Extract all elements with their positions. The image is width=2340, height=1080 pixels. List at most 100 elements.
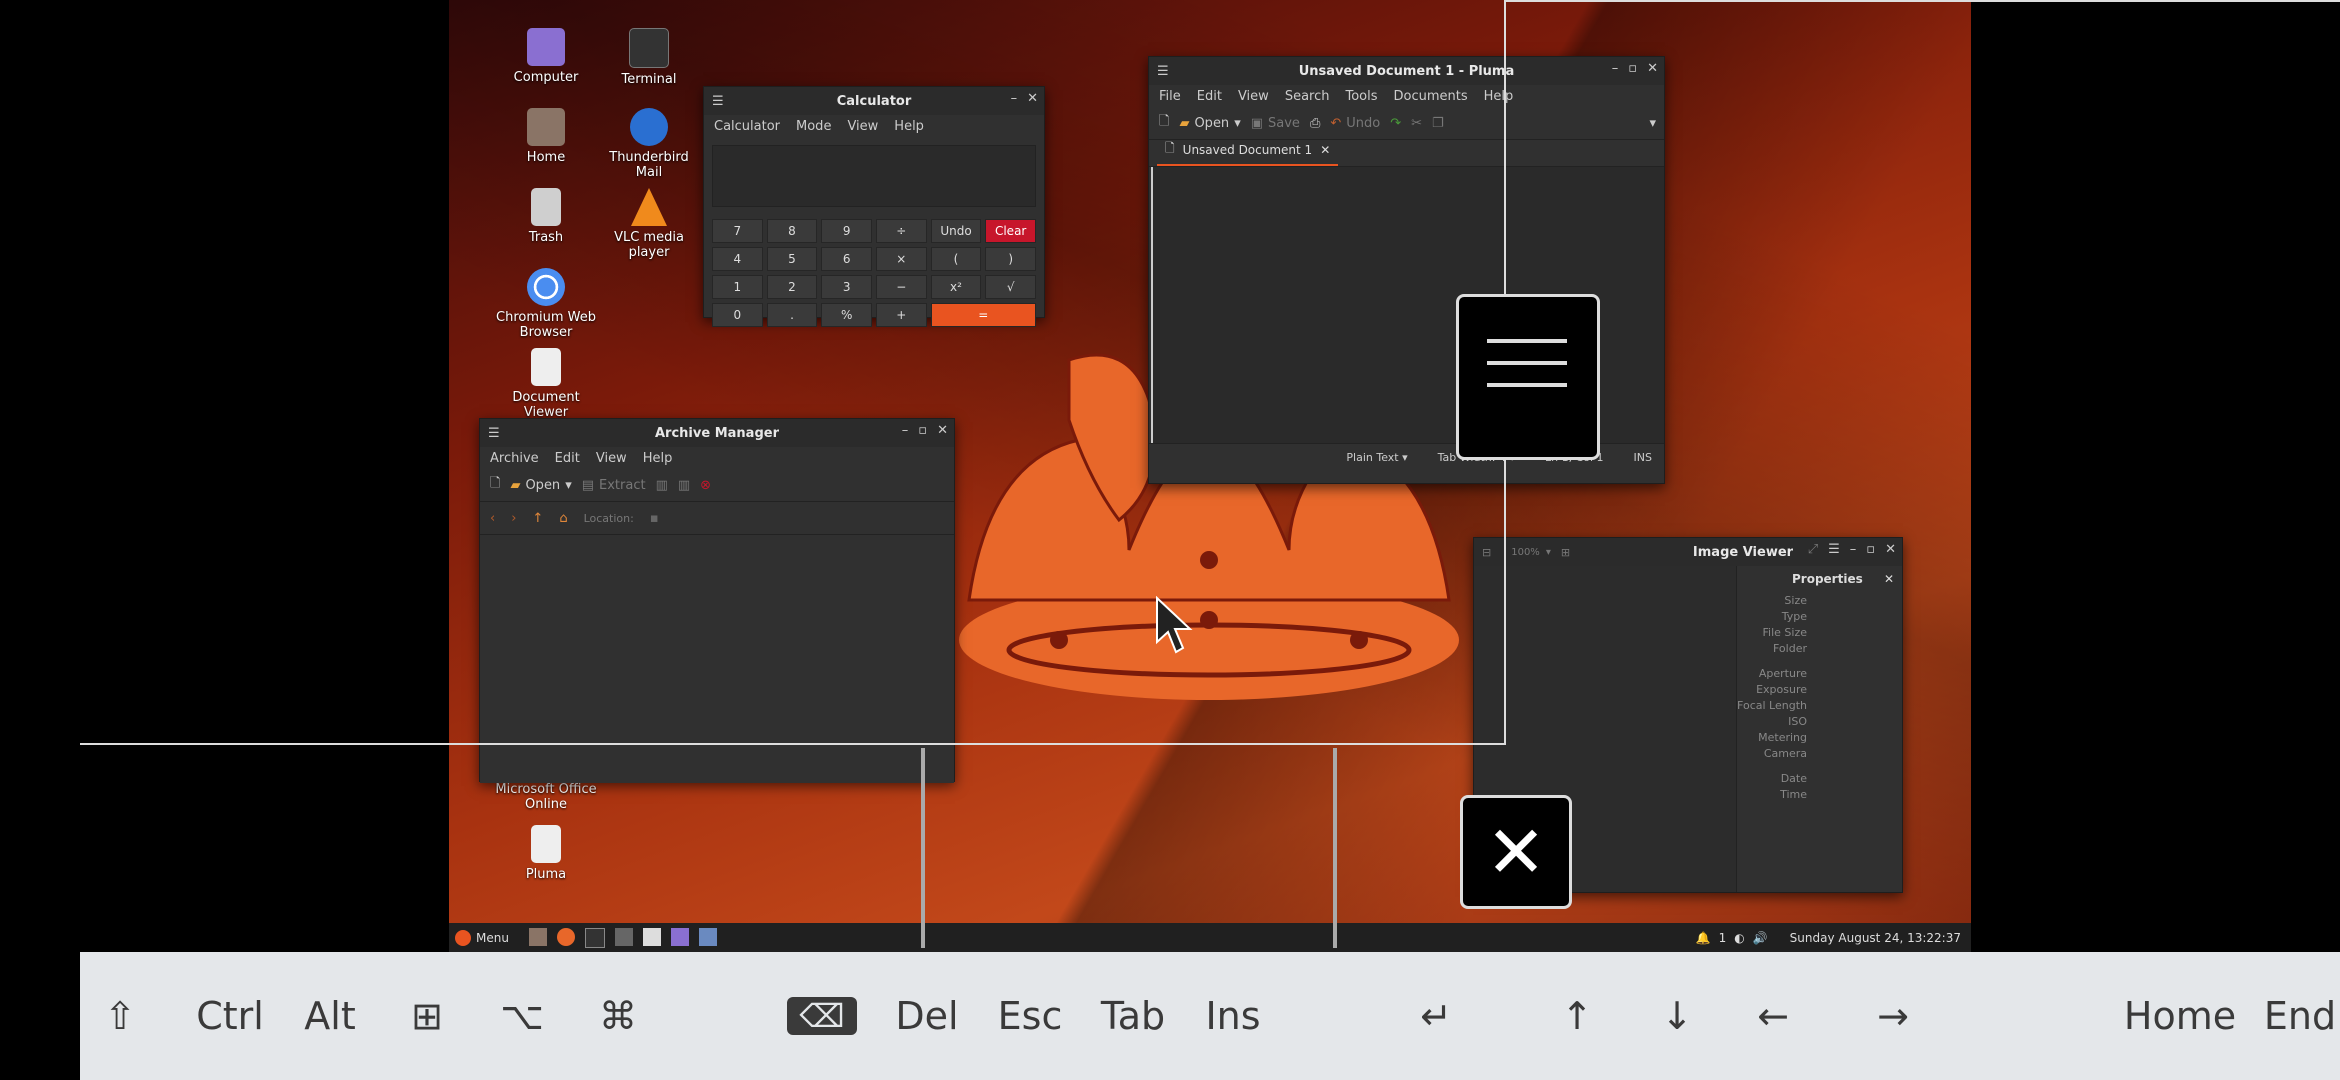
shift-key[interactable]: ⇧ xyxy=(85,952,155,1080)
calc-key-open-paren[interactable]: ( xyxy=(930,247,982,271)
desktop-icon-trash[interactable]: Trash xyxy=(491,188,601,245)
menu-help[interactable]: Help xyxy=(643,451,673,466)
menu-edit[interactable]: Edit xyxy=(1197,89,1222,104)
files-icon[interactable] xyxy=(528,928,547,946)
minimize-icon[interactable]: – xyxy=(1011,91,1018,106)
archive-manager-icon[interactable] xyxy=(698,928,717,946)
zoom-dropdown-icon[interactable]: ▾ xyxy=(1546,547,1551,558)
desktop-icon-pluma[interactable]: Pluma xyxy=(491,825,601,882)
close-icon[interactable]: ✕ xyxy=(1027,91,1038,106)
insert-key[interactable]: Ins xyxy=(1193,952,1273,1080)
add-folder-button[interactable]: ▥ xyxy=(678,478,690,493)
hamburger-menu-icon[interactable]: ☰ xyxy=(1828,542,1840,557)
calculator-window[interactable]: ☰ Calculator – ✕ Calculator Mode View Hel… xyxy=(703,86,1045,327)
calc-key-square[interactable]: x² xyxy=(930,275,982,299)
minimize-icon[interactable]: – xyxy=(1850,542,1857,557)
calc-key-decimal[interactable]: . xyxy=(766,303,818,327)
calc-key-clear[interactable]: Clear xyxy=(985,219,1036,243)
desktop-icon-office[interactable]: Microsoft Office Online xyxy=(491,782,601,812)
maximize-icon[interactable]: ▫ xyxy=(1866,542,1875,557)
close-overlay-button[interactable]: ✕ xyxy=(1460,795,1572,909)
minimize-icon[interactable]: – xyxy=(902,423,909,438)
desktop-icon-vlc[interactable]: VLC media player xyxy=(594,188,704,260)
arrow-left-key[interactable]: ← xyxy=(1738,952,1808,1080)
desktop-icon-chromium[interactable]: Chromium Web Browser xyxy=(491,268,601,340)
open-button[interactable]: ▰ Open ▾ xyxy=(510,478,571,493)
close-icon[interactable]: ✕ xyxy=(937,423,948,438)
undo-button[interactable]: ↶ Undo xyxy=(1330,116,1380,131)
menu-help[interactable]: Help xyxy=(1484,89,1514,104)
calc-key-multiply[interactable]: × xyxy=(876,247,927,271)
ctrl-key[interactable]: Ctrl xyxy=(185,952,275,1080)
command-key[interactable]: ⌘ xyxy=(583,952,653,1080)
hamburger-menu-button[interactable] xyxy=(1456,294,1600,460)
calc-key-plus[interactable]: + xyxy=(876,303,927,327)
chevron-down-icon[interactable]: ▾ xyxy=(565,478,572,493)
arrow-down-key[interactable]: ↓ xyxy=(1642,952,1712,1080)
tab-key[interactable]: Tab xyxy=(1093,952,1173,1080)
calc-key-close-paren[interactable]: ) xyxy=(985,247,1036,271)
fullscreen-icon[interactable]: ⤢ xyxy=(1808,542,1818,557)
archive-content-area[interactable] xyxy=(480,535,954,783)
firefox-icon[interactable] xyxy=(556,928,575,946)
archive-titlebar[interactable]: ☰ Archive Manager – ▫ ✕ xyxy=(480,419,954,447)
notification-icon[interactable]: 🔔 xyxy=(1696,931,1711,945)
calc-key-9[interactable]: 9 xyxy=(821,219,872,243)
alt-key[interactable]: Alt xyxy=(295,952,365,1080)
copy-button[interactable]: ❐ xyxy=(1432,116,1444,131)
chevron-down-icon[interactable]: ▾ xyxy=(1234,116,1241,131)
calc-key-3[interactable]: 3 xyxy=(821,275,872,299)
enter-key[interactable]: ↵ xyxy=(1396,952,1476,1080)
backspace-key[interactable]: ⌫ xyxy=(782,952,862,1080)
calc-key-sqrt[interactable]: √ xyxy=(985,275,1036,299)
menu-file[interactable]: File xyxy=(1159,89,1181,104)
home-icon[interactable]: ⌂ xyxy=(559,511,567,526)
minimize-icon[interactable]: – xyxy=(1612,61,1619,76)
calculator-titlebar[interactable]: ☰ Calculator – ✕ xyxy=(704,87,1044,115)
calc-key-8[interactable]: 8 xyxy=(766,219,818,243)
zoom-out-icon[interactable]: ⊟ xyxy=(1482,546,1491,559)
desktop-icon-home[interactable]: Home xyxy=(491,108,601,165)
calculator-icon[interactable] xyxy=(614,928,633,946)
close-icon[interactable]: ✕ xyxy=(1647,61,1658,76)
maximize-icon[interactable]: ▫ xyxy=(1628,61,1637,76)
image-viewer-titlebar[interactable]: ⊟ 100% ▾ ⊞ Image Viewer ⤢ ☰ – ▫ ✕ xyxy=(1474,538,1902,566)
menu-view[interactable]: View xyxy=(596,451,627,466)
up-icon[interactable]: ↑ xyxy=(532,511,543,526)
back-icon[interactable]: ‹ xyxy=(490,511,495,526)
cut-button[interactable]: ✂ xyxy=(1411,116,1422,131)
zoom-level[interactable]: 100% xyxy=(1511,547,1540,558)
network-icon[interactable]: ◐ xyxy=(1734,931,1744,945)
calc-key-7[interactable]: 7 xyxy=(712,219,763,243)
clock[interactable]: Sunday August 24, 13:22:37 xyxy=(1790,931,1961,945)
arrow-right-key[interactable]: → xyxy=(1858,952,1928,1080)
pluma-icon[interactable] xyxy=(642,928,661,946)
window-menu-icon[interactable]: ☰ xyxy=(488,426,512,441)
terminal-icon[interactable] xyxy=(584,928,605,948)
print-button[interactable]: ⎙ xyxy=(1310,116,1320,131)
pluma-titlebar[interactable]: ☰ Unsaved Document 1 - Pluma – ▫ ✕ xyxy=(1149,57,1664,85)
window-menu-icon[interactable]: ☰ xyxy=(712,94,736,109)
maximize-icon[interactable]: ▫ xyxy=(918,423,927,438)
desktop-icon-document-viewer[interactable]: Document Viewer xyxy=(491,348,601,420)
close-icon[interactable]: ✕ xyxy=(1884,572,1894,586)
open-button[interactable]: ▰ Open ▾ xyxy=(1179,116,1240,131)
calc-key-4[interactable]: 4 xyxy=(712,247,763,271)
remote-desktop[interactable]: Computer Terminal Home Thunderbird Mail … xyxy=(449,0,1971,953)
menu-archive[interactable]: Archive xyxy=(490,451,539,466)
option-key[interactable]: ⌥ xyxy=(492,952,552,1080)
menu-calculator[interactable]: Calculator xyxy=(714,119,780,134)
calc-key-equals[interactable]: = xyxy=(930,303,1036,327)
arrow-up-key[interactable]: ↑ xyxy=(1542,952,1612,1080)
close-tab-icon[interactable]: ✕ xyxy=(1320,143,1330,157)
delete-key[interactable]: Del xyxy=(887,952,967,1080)
menu-help[interactable]: Help xyxy=(894,119,924,134)
stop-button[interactable]: ⊗ xyxy=(700,478,711,493)
image-viewer-icon[interactable] xyxy=(670,928,689,946)
zoom-in-icon[interactable]: ⊞ xyxy=(1561,546,1570,559)
redo-button[interactable]: ↷ xyxy=(1390,116,1401,131)
new-document-button[interactable]: 🗋 xyxy=(1159,112,1169,134)
extract-button[interactable]: ▤ Extract xyxy=(582,478,646,493)
menu-view[interactable]: View xyxy=(1238,89,1269,104)
desktop-icon-computer[interactable]: Computer xyxy=(491,28,601,85)
